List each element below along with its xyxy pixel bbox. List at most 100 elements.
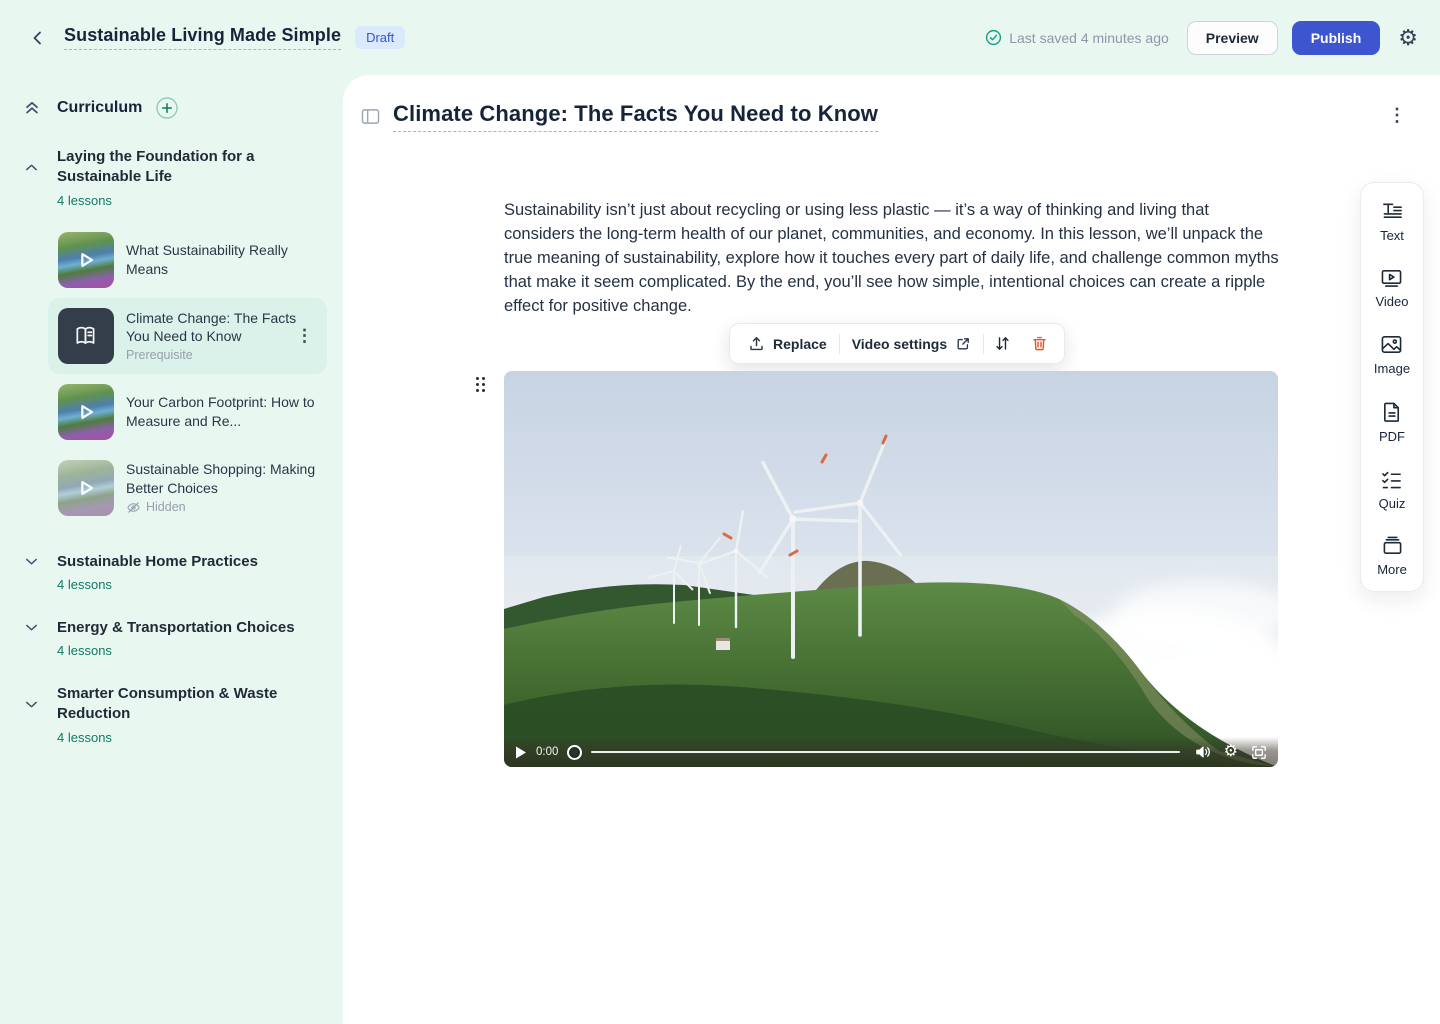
player-right-controls: ⚙	[1195, 744, 1267, 760]
lesson-title: Climate Change: The Facts You Need to Kn…	[126, 309, 317, 345]
trash-icon	[1031, 335, 1048, 352]
video-controls-bar: 0:00 ⚙	[504, 737, 1278, 767]
hidden-label: Hidden	[146, 500, 186, 514]
add-quiz-block-button[interactable]: Quiz	[1379, 469, 1406, 511]
back-button[interactable]	[24, 24, 52, 52]
course-title[interactable]: Sustainable Living Made Simple	[64, 25, 341, 50]
play-icon	[58, 232, 114, 288]
volume-icon[interactable]	[1195, 745, 1211, 759]
add-video-block-button[interactable]: Video	[1375, 268, 1408, 309]
section-lesson-count: 4 lessons	[57, 730, 343, 745]
player-settings-icon[interactable]: ⚙	[1224, 744, 1238, 760]
lesson-text: Your Carbon Footprint: How to Measure an…	[126, 393, 317, 429]
lesson-subtitle: Hidden	[126, 500, 317, 515]
autosave-status: Last saved 4 minutes ago	[985, 29, 1169, 46]
add-pdf-block-button[interactable]: PDF	[1379, 401, 1405, 444]
section-title: Sustainable Home Practices	[57, 552, 295, 572]
lesson-list: What Sustainability Really Means Climate…	[0, 222, 343, 526]
video-block-toolbar: Replace Video settings	[729, 323, 1065, 364]
image-block-icon	[1380, 334, 1403, 355]
sort-arrows-icon	[994, 335, 1011, 352]
seek-track[interactable]	[591, 751, 1179, 754]
lesson-options-button[interactable]: ⋮	[1382, 103, 1412, 128]
curriculum-section: Sustainable Home Practices 4 lessons	[0, 552, 343, 592]
section-header[interactable]: Energy & Transportation Choices	[0, 618, 343, 638]
section-lesson-count: 4 lessons	[57, 577, 343, 592]
top-bar: Sustainable Living Made Simple Draft Las…	[0, 0, 1440, 75]
book-open-icon	[73, 323, 99, 349]
video-settings-button[interactable]: Video settings	[840, 332, 983, 356]
lesson-item-selected[interactable]: Climate Change: The Facts You Need to Kn…	[48, 298, 327, 374]
lesson-video-thumbnail	[58, 384, 114, 440]
curriculum-section: Energy & Transportation Choices 4 lesson…	[0, 618, 343, 658]
seek-knob[interactable]	[567, 745, 582, 760]
lesson-item[interactable]: Your Carbon Footprint: How to Measure an…	[48, 374, 327, 450]
lesson-video-thumbnail	[58, 232, 114, 288]
quiz-block-icon	[1380, 469, 1403, 490]
section-header[interactable]: Laying the Foundation for a Sustainable …	[0, 147, 343, 188]
add-image-block-button[interactable]: Image	[1374, 334, 1410, 376]
eye-off-icon	[126, 500, 141, 515]
chevron-down-icon[interactable]	[24, 697, 40, 712]
lesson-title: What Sustainability Really Means	[126, 241, 317, 277]
last-saved-text: Last saved 4 minutes ago	[1009, 30, 1169, 46]
move-block-button[interactable]	[984, 331, 1021, 356]
add-section-button[interactable]	[156, 97, 178, 119]
curriculum-header: Curriculum	[0, 97, 343, 119]
section-header[interactable]: Sustainable Home Practices	[0, 552, 343, 572]
lesson-video-thumbnail	[58, 460, 114, 516]
replace-button[interactable]: Replace	[736, 331, 839, 356]
add-text-block-button[interactable]: Text	[1380, 201, 1404, 243]
chevron-left-icon	[30, 30, 46, 46]
section-lesson-count: 4 lessons	[57, 193, 343, 208]
collapse-all-icon[interactable]	[24, 100, 40, 116]
status-badge: Draft	[355, 26, 405, 49]
video-block-icon	[1380, 268, 1403, 288]
lesson-item-hidden[interactable]: Sustainable Shopping: Making Better Choi…	[48, 450, 327, 526]
more-blocks-icon	[1381, 536, 1404, 556]
play-icon	[58, 460, 114, 516]
publish-button[interactable]: Publish	[1292, 21, 1381, 55]
settings-gear-icon[interactable]: ⚙	[1398, 27, 1418, 49]
more-blocks-button[interactable]: More	[1377, 536, 1407, 577]
chevron-down-icon[interactable]	[24, 620, 40, 635]
text-block-icon	[1381, 201, 1404, 222]
lesson-title: Sustainable Shopping: Making Better Choi…	[126, 460, 317, 496]
lesson-text: Sustainable Shopping: Making Better Choi…	[126, 460, 317, 514]
curriculum-section: Smarter Consumption & Waste Reduction 4 …	[0, 684, 343, 745]
play-button[interactable]	[515, 746, 527, 759]
video-player[interactable]: 0:00 ⚙	[504, 371, 1278, 767]
section-lesson-count: 4 lessons	[57, 643, 343, 658]
lesson-title: Your Carbon Footprint: How to Measure an…	[126, 393, 317, 429]
lesson-header: Climate Change: The Facts You Need to Kn…	[361, 101, 878, 132]
check-circle-icon	[985, 29, 1002, 46]
block-toolbox: Text Video Image PDF Quiz More	[1360, 182, 1424, 592]
lesson-text: Climate Change: The Facts You Need to Kn…	[126, 309, 317, 362]
tool-label: Video	[1375, 294, 1408, 309]
section-title: Laying the Foundation for a Sustainable …	[57, 147, 295, 188]
drag-dots-icon	[475, 376, 486, 393]
tool-label: Image	[1374, 361, 1410, 376]
block-drag-handle[interactable]	[475, 376, 486, 393]
topbar-actions: Last saved 4 minutes ago Preview Publish…	[985, 21, 1418, 55]
delete-block-button[interactable]	[1021, 331, 1058, 356]
section-title: Smarter Consumption & Waste Reduction	[57, 684, 295, 725]
panel-toggle-icon[interactable]	[361, 108, 380, 125]
lesson-item[interactable]: What Sustainability Really Means	[48, 222, 327, 298]
lesson-paragraph[interactable]: Sustainability isn’t just about recyclin…	[504, 198, 1282, 318]
lesson-text: What Sustainability Really Means	[126, 241, 317, 277]
lesson-title-heading[interactable]: Climate Change: The Facts You Need to Kn…	[393, 101, 878, 132]
play-icon	[58, 384, 114, 440]
lesson-menu-button[interactable]: ⋮	[292, 324, 317, 348]
chevron-up-icon[interactable]	[24, 160, 40, 175]
fullscreen-icon[interactable]	[1251, 745, 1267, 760]
tool-label: Text	[1380, 228, 1404, 243]
preview-button[interactable]: Preview	[1187, 21, 1278, 55]
tool-label: Quiz	[1379, 496, 1406, 511]
current-time: 0:00	[536, 746, 558, 758]
tool-label: PDF	[1379, 429, 1405, 444]
chevron-down-icon[interactable]	[24, 554, 40, 569]
replace-label: Replace	[773, 336, 827, 352]
lesson-editor-panel: Climate Change: The Facts You Need to Kn…	[343, 75, 1440, 1024]
section-header[interactable]: Smarter Consumption & Waste Reduction	[0, 684, 343, 725]
